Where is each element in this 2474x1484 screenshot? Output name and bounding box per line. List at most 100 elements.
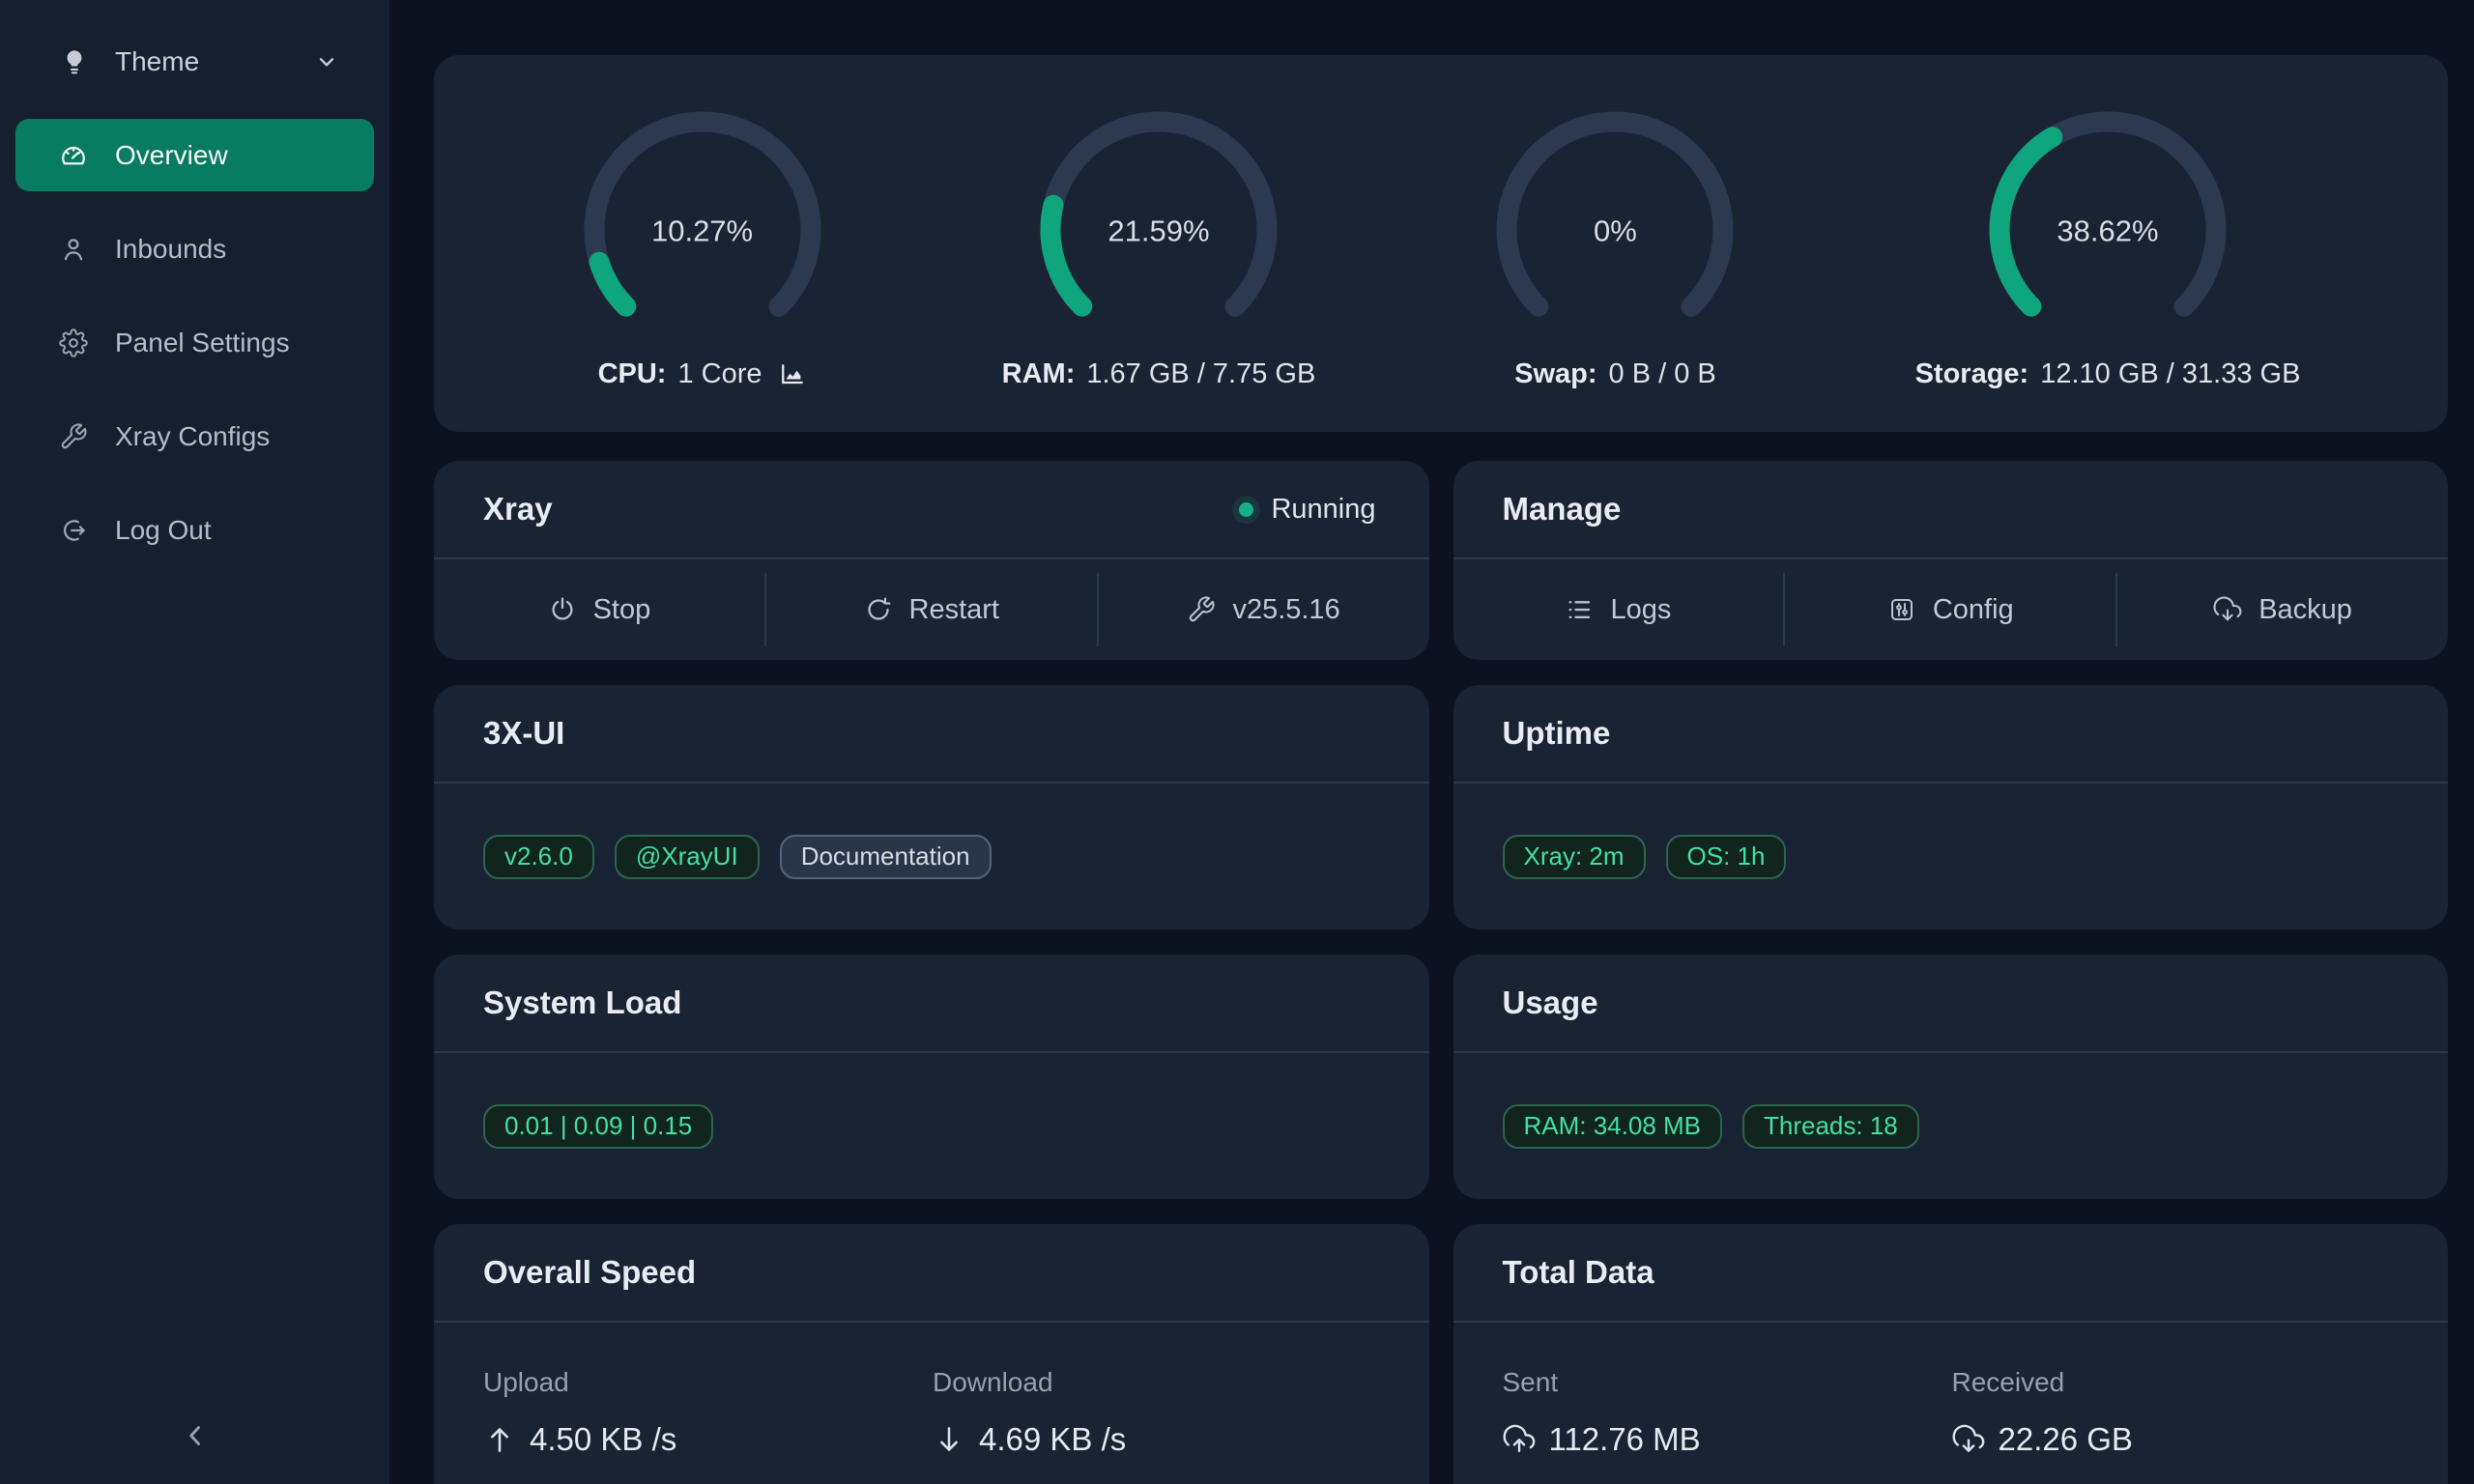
gauge-ring: 21.59% (1038, 109, 1280, 351)
os-uptime-tag: OS: 1h (1666, 835, 1787, 879)
restart-button[interactable]: Restart (766, 559, 1097, 660)
manage-card-header: Manage (1453, 461, 2449, 559)
documentation-tag[interactable]: Documentation (780, 835, 992, 879)
sidebar-item-label: Inbounds (115, 234, 226, 265)
cpu-percent: 10.27% (651, 214, 753, 248)
card-title: Xray (483, 491, 553, 528)
chart-area-icon[interactable] (778, 359, 807, 388)
usage-card: Usage RAM: 34.08 MB Threads: 18 (1453, 955, 2449, 1199)
sidebar-item-label: Overview (115, 140, 228, 171)
arrow-down-icon (933, 1423, 965, 1456)
storage-percent: 38.62% (2057, 214, 2158, 248)
cpu-label: CPU: 1 Core (598, 355, 807, 393)
card-title: Overall Speed (483, 1254, 696, 1291)
sidebar-collapse-button[interactable] (0, 1409, 389, 1463)
system-load-tags: 0.01 | 0.09 | 0.15 (434, 1053, 1429, 1199)
data-metrics: Sent 112.76 MB Received 22.26 GB (1453, 1323, 2449, 1484)
speed-metrics: Upload 4.50 KB /s Download 4.69 KB /s (434, 1323, 1429, 1484)
sidebar-item-xray-configs[interactable]: Xray Configs (15, 400, 374, 472)
uptime-card: Uptime Xray: 2m OS: 1h (1453, 685, 2449, 929)
threads-tag: Threads: 18 (1742, 1104, 1919, 1149)
download-metric: Download 4.69 KB /s (933, 1367, 1380, 1458)
logs-button[interactable]: Logs (1453, 559, 1784, 660)
version-tag[interactable]: v2.6.0 (483, 835, 594, 879)
xray-card-header: Xray Running (434, 461, 1429, 559)
sidebar-item-inbounds[interactable]: Inbounds (15, 213, 374, 285)
arrow-up-icon (483, 1423, 516, 1456)
backup-button[interactable]: Backup (2117, 559, 2448, 660)
swap-gauge: 0% Swap: 0 B / 0 B (1494, 109, 1736, 393)
download-label: Download (933, 1367, 1380, 1398)
config-button[interactable]: Config (1785, 559, 2115, 660)
sliders-icon (1887, 595, 1916, 624)
received-value: 22.26 GB (1952, 1421, 2400, 1458)
storage-gauge: 38.62% Storage: 12.10 GB / 31.33 GB (1915, 109, 2301, 393)
gauge-icon (59, 141, 88, 170)
sent-value: 112.76 MB (1503, 1421, 1952, 1458)
xray-status-badge: Running (1239, 494, 1375, 526)
xrayui-tag[interactable]: @XrayUI (615, 835, 760, 879)
total-data-card: Total Data Sent 112.76 MB Received (1453, 1224, 2449, 1484)
cloud-download-icon (2213, 595, 2242, 624)
uptime-card-header: Uptime (1453, 685, 2449, 784)
sidebar-item-log-out[interactable]: Log Out (15, 494, 374, 566)
ram-label: RAM: 1.67 GB / 7.75 GB (1002, 355, 1316, 393)
card-title: System Load (483, 985, 681, 1021)
theme-toggle[interactable]: Theme (0, 32, 389, 92)
upload-value: 4.50 KB /s (483, 1421, 933, 1458)
xui-tags: v2.6.0 @XrayUI Documentation (434, 784, 1429, 929)
card-title: Manage (1503, 491, 1622, 528)
xray-version-button[interactable]: v25.5.16 (1099, 559, 1429, 660)
swap-label: Swap: 0 B / 0 B (1514, 355, 1716, 393)
card-title: Total Data (1503, 1254, 1654, 1291)
sent-label: Sent (1503, 1367, 1952, 1398)
uptime-tags: Xray: 2m OS: 1h (1453, 784, 2449, 929)
main-content: 10.27% CPU: 1 Core 21.59% RAM: (389, 0, 2474, 1484)
manage-actions: Logs Config Backup (1453, 559, 2449, 660)
sidebar-item-label: Panel Settings (115, 328, 290, 358)
wrench-icon (59, 422, 88, 451)
total-data-card-header: Total Data (1453, 1224, 2449, 1323)
sidebar-item-label: Log Out (115, 515, 212, 546)
stop-button[interactable]: Stop (434, 559, 764, 660)
system-stats-card: 10.27% CPU: 1 Core 21.59% RAM: (434, 55, 2448, 432)
load-average-tag: 0.01 | 0.09 | 0.15 (483, 1104, 713, 1149)
swap-percent: 0% (1594, 214, 1637, 248)
gauge-ring: 10.27% (582, 109, 823, 351)
gauge-ring: 38.62% (1987, 109, 2229, 351)
running-dot-icon (1239, 502, 1253, 517)
sidebar-item-panel-settings[interactable]: Panel Settings (15, 306, 374, 379)
xui-card: 3X-UI v2.6.0 @XrayUI Documentation (434, 685, 1429, 929)
card-title: Uptime (1503, 715, 1611, 752)
storage-label: Storage: 12.10 GB / 31.33 GB (1915, 355, 2301, 393)
refresh-icon (864, 595, 893, 624)
power-icon (548, 595, 577, 624)
sent-metric: Sent 112.76 MB (1503, 1367, 1952, 1458)
ram-percent: 21.59% (1108, 214, 1209, 248)
chevron-down-icon[interactable] (314, 49, 339, 74)
received-label: Received (1952, 1367, 2400, 1398)
cloud-download-icon (1952, 1423, 1985, 1456)
logout-icon (59, 516, 88, 545)
cpu-gauge: 10.27% CPU: 1 Core (582, 109, 823, 393)
ram-usage-tag: RAM: 34.08 MB (1503, 1104, 1723, 1149)
xray-uptime-tag: Xray: 2m (1503, 835, 1646, 879)
wrench-icon (1187, 595, 1216, 624)
upload-label: Upload (483, 1367, 933, 1398)
system-load-card-header: System Load (434, 955, 1429, 1053)
system-load-card: System Load 0.01 | 0.09 | 0.15 (434, 955, 1429, 1199)
card-title: 3X-UI (483, 715, 564, 752)
chevron-left-icon (179, 1419, 212, 1452)
usage-card-header: Usage (1453, 955, 2449, 1053)
xui-card-header: 3X-UI (434, 685, 1429, 784)
manage-card: Manage Logs Config Backup (1453, 461, 2449, 660)
bulb-icon (60, 47, 89, 76)
sidebar-item-overview[interactable]: Overview (15, 119, 374, 191)
sidebar-item-label: Xray Configs (115, 421, 270, 452)
overall-speed-card: Overall Speed Upload 4.50 KB /s Download (434, 1224, 1429, 1484)
usage-tags: RAM: 34.08 MB Threads: 18 (1453, 1053, 2449, 1199)
xray-card: Xray Running Stop Restart (434, 461, 1429, 660)
list-icon (1565, 595, 1594, 624)
cloud-upload-icon (1503, 1423, 1536, 1456)
sidebar-menu: Overview Inbounds Panel Settings Xray Co… (0, 119, 389, 566)
